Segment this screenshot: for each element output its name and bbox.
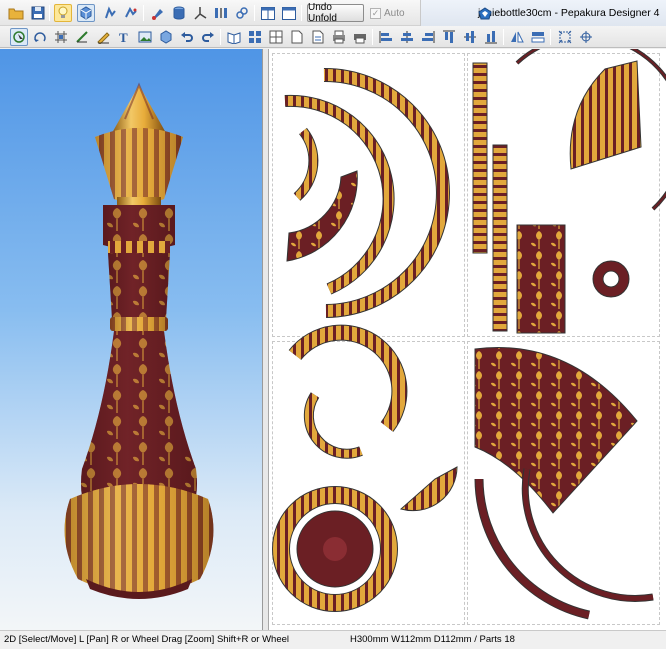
flip-h-icon[interactable] [508, 28, 526, 46]
grid-icon[interactable] [52, 28, 70, 46]
align-bottom-icon[interactable] [482, 28, 500, 46]
draw-line-icon[interactable] [94, 28, 112, 46]
2d-pattern-view[interactable] [269, 49, 666, 630]
pepakura-logo-icon [478, 7, 492, 20]
flip-v-icon[interactable] [529, 28, 547, 46]
page-icon[interactable] [288, 28, 306, 46]
rotate-icon[interactable] [31, 28, 49, 46]
pages-icon[interactable] [246, 28, 264, 46]
redo-icon[interactable] [199, 28, 217, 46]
fit-icon[interactable] [556, 28, 574, 46]
window-title-text: jeniebottle30cm - Pepakura Designer 4 [478, 7, 660, 19]
part-strip-1 [472, 62, 488, 254]
unfolded-parts [272, 49, 666, 620]
align-center-icon[interactable] [398, 28, 416, 46]
align-left-icon[interactable] [377, 28, 395, 46]
align-middle-icon[interactable] [461, 28, 479, 46]
3d-box-icon[interactable] [77, 4, 95, 22]
edit-toolbar: T [0, 26, 666, 48]
paint-icon[interactable] [149, 4, 167, 22]
book-icon[interactable] [225, 28, 243, 46]
undo-unfold-button[interactable]: Undo Unfold [307, 2, 364, 24]
select-icon[interactable] [10, 28, 28, 46]
auto-checkbox[interactable]: ✓ Auto [370, 6, 405, 20]
align-top-icon[interactable] [440, 28, 458, 46]
svg-text:T: T [119, 30, 128, 44]
tile-icon[interactable] [267, 28, 285, 46]
status-dimensions: H300mm W112mm D112mm / Parts 18 [350, 634, 515, 645]
image-icon[interactable] [136, 28, 154, 46]
grid-fit-icon[interactable] [577, 28, 595, 46]
part-leaf-fan [474, 347, 638, 514]
print-icon[interactable] [330, 28, 348, 46]
part-ring [602, 270, 620, 288]
fold-icon[interactable] [157, 28, 175, 46]
open-folder-icon[interactable] [7, 4, 25, 22]
part-strip-2 [492, 144, 508, 332]
figure-alt-icon[interactable] [122, 4, 140, 22]
split-view-icon[interactable] [259, 4, 277, 22]
single-view-icon[interactable] [280, 4, 298, 22]
axis-icon[interactable] [191, 4, 209, 22]
bottle-3d-model [64, 82, 214, 599]
link-chain-icon[interactable] [233, 4, 251, 22]
lightbulb-icon[interactable] [54, 4, 72, 22]
part-fan [569, 60, 642, 170]
status-mode-text: 2D [Select/Move] L [Pan] R or Wheel Drag… [4, 634, 290, 645]
undo-icon[interactable] [178, 28, 196, 46]
text-icon[interactable]: T [115, 28, 133, 46]
part-leaf-panel [516, 224, 566, 334]
part-arc-large [284, 67, 450, 318]
figure-icon[interactable] [101, 4, 119, 22]
save-icon[interactable] [29, 4, 47, 22]
split-bars-icon[interactable] [212, 4, 230, 22]
print-alt-icon[interactable] [351, 28, 369, 46]
page-setup-icon[interactable] [309, 28, 327, 46]
align-right-icon[interactable] [419, 28, 437, 46]
3d-view[interactable] [0, 49, 263, 630]
edge-icon[interactable] [73, 28, 91, 46]
checkmark-icon: ✓ [370, 7, 381, 19]
main-toolbar: Undo Unfold ✓ Auto jeniebottle30cm - Pep… [0, 0, 666, 26]
part-leaf-arc [286, 170, 358, 262]
window-title: jeniebottle30cm - Pepakura Designer 4 [420, 0, 666, 26]
auto-label: Auto [384, 7, 405, 19]
status-bar: 2D [Select/Move] L [Pan] R or Wheel Drag… [0, 630, 666, 649]
cylinder-icon[interactable] [170, 4, 188, 22]
